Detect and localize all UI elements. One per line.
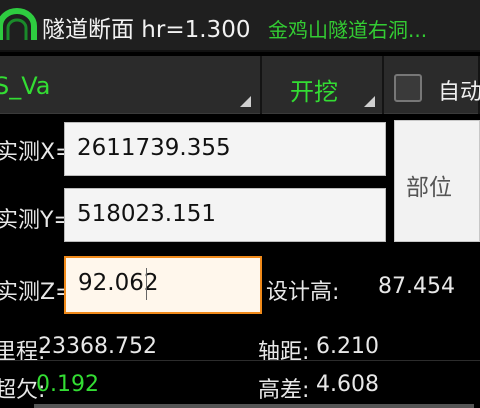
design-height-label: 设计高: <box>266 280 340 305</box>
measured-x-label: 实测X= <box>0 140 74 165</box>
over-under-value: 0.192 <box>36 372 99 397</box>
text-cursor <box>146 268 147 300</box>
chainage-value: 23368.752 <box>38 334 157 359</box>
divider <box>0 360 480 361</box>
measured-y-field[interactable]: 518023.151 <box>64 188 386 242</box>
measured-x-field[interactable]: 2611739.355 <box>64 122 386 176</box>
offset-value: 6.210 <box>316 334 379 359</box>
app-icon <box>0 6 40 46</box>
mode-spinner-label: 开挖 <box>290 78 338 106</box>
measured-z-field[interactable]: 92.062 <box>64 256 262 314</box>
design-height-value: 87.454 <box>378 274 455 299</box>
auto-checkbox[interactable] <box>394 74 422 102</box>
page-title: 隧道断面 hr=1.300 <box>42 17 251 43</box>
scrollbar[interactable] <box>34 404 474 408</box>
height-diff-label: 高差: <box>258 378 310 403</box>
spinner-arrow-icon <box>364 96 375 107</box>
height-diff-value: 4.608 <box>316 372 379 397</box>
measured-z-label: 实测Z= <box>0 280 74 305</box>
part-button-label: 部位 <box>406 175 452 201</box>
measured-y-label: 实测Y= <box>0 208 72 233</box>
series-spinner-label: S_Va <box>0 72 51 100</box>
offset-label: 轴距: <box>258 340 310 365</box>
auto-checkbox-label: 自动 <box>438 80 480 105</box>
project-name[interactable]: 金鸡山隧道右洞... <box>268 14 427 43</box>
spinner-arrow-icon <box>240 96 251 107</box>
